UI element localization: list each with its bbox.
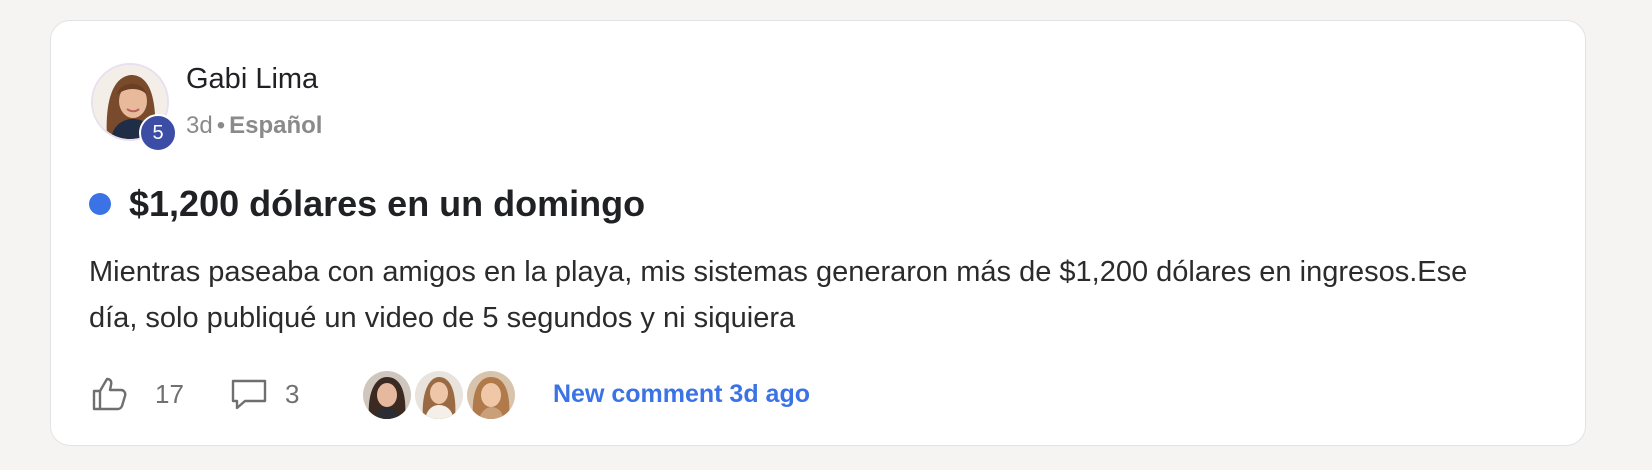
post-title[interactable]: $1,200 dólares en un domingo — [129, 183, 645, 225]
post-card[interactable]: 5 Gabi Lima 3d • Español $1,200 dólares en… — [50, 20, 1586, 446]
new-comment-link[interactable]: New comment 3d ago — [553, 380, 810, 409]
comment-button[interactable] — [229, 377, 269, 413]
unread-indicator — [89, 193, 111, 215]
comment-icon — [231, 379, 267, 410]
commenter-avatar[interactable] — [465, 369, 517, 421]
like-button[interactable] — [89, 374, 129, 414]
post-meta: 3d • Español — [186, 112, 322, 140]
meta-separator: • — [216, 112, 226, 139]
commenter-avatar[interactable] — [361, 369, 413, 421]
author-name[interactable]: Gabi Lima — [186, 63, 318, 96]
post-body[interactable]: Mientras paseaba con amigos en la playa,… — [89, 249, 1489, 341]
post-time: 3d — [186, 112, 213, 139]
comment-count: 3 — [285, 379, 300, 409]
level-badge: 5 — [139, 114, 177, 152]
post-category[interactable]: Español — [229, 112, 322, 139]
like-count: 17 — [155, 379, 184, 409]
thumbs-up-icon — [92, 377, 127, 411]
commenter-avatar[interactable] — [413, 369, 465, 421]
